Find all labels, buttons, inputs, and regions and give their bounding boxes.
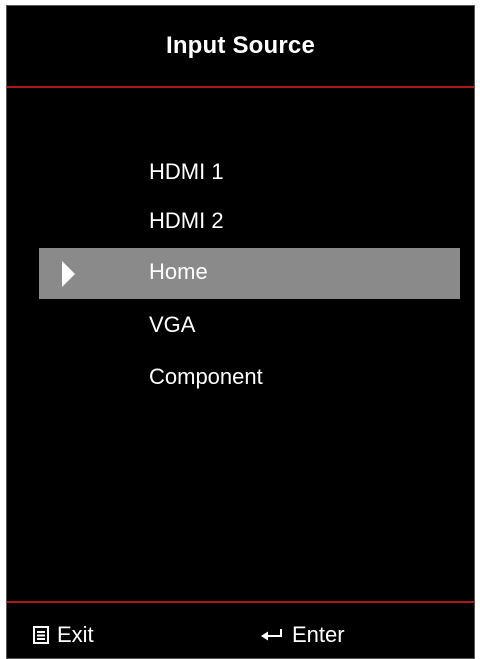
source-item-home[interactable]: Home	[39, 248, 460, 299]
source-item-hdmi-1[interactable]: HDMI 1	[39, 148, 460, 199]
source-item-hdmi-2[interactable]: HDMI 2	[39, 197, 460, 248]
menu-icon	[33, 626, 49, 644]
menu-title: Input Source	[165, 32, 316, 59]
enter-return-icon	[261, 629, 282, 641]
source-item-label: HDMI 1	[149, 159, 224, 184]
footer-bar: Exit Enter	[7, 616, 474, 656]
exit-label: Exit	[57, 622, 94, 647]
source-item-label: VGA	[149, 312, 196, 337]
footer-divider	[7, 601, 474, 603]
enter-label: Enter	[292, 622, 345, 647]
source-item-label: Home	[149, 259, 208, 284]
enter-button[interactable]: Enter	[260, 620, 345, 650]
source-item-label: HDMI 2	[149, 208, 224, 233]
source-item-label: Component	[149, 364, 263, 389]
source-item-vga[interactable]: VGA	[39, 301, 460, 352]
title-divider	[7, 86, 474, 88]
selection-pointer-icon	[62, 261, 75, 287]
source-item-component[interactable]: Component	[39, 353, 460, 404]
osd-menu-panel: Input Source HDMI 1 HDMI 2 Home VGA Comp…	[6, 5, 475, 659]
exit-button[interactable]: Exit	[33, 620, 94, 650]
